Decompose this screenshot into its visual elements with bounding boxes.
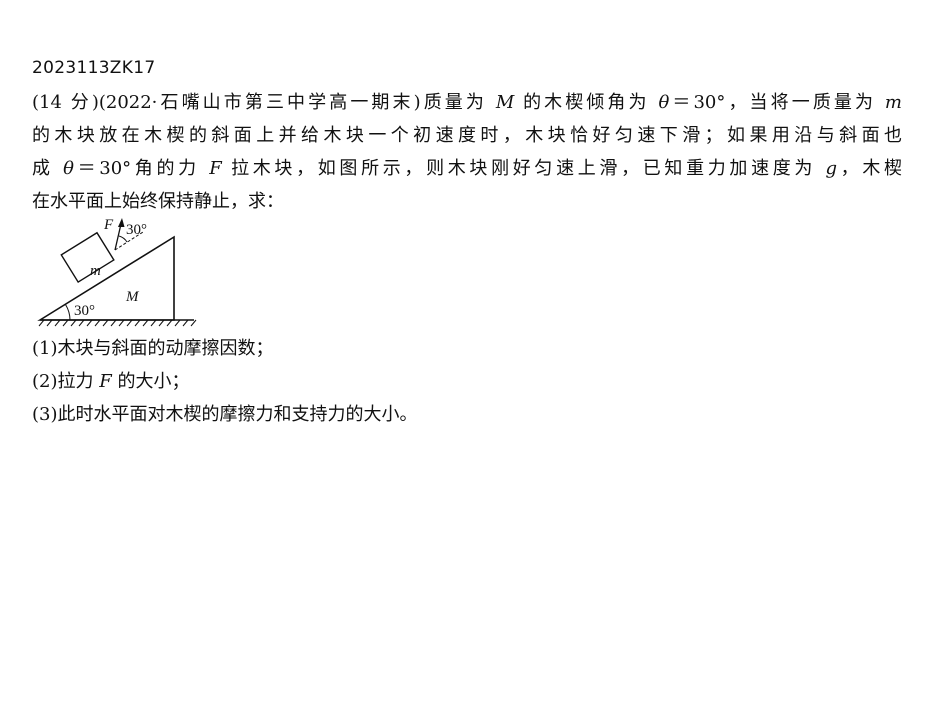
intro-text: (14 分)(2022·石嘴山市第三中学高一期末)质量为 bbox=[32, 92, 496, 113]
intro-text: ＝30°，当将一质量为 bbox=[669, 92, 885, 113]
question-2-text: (2)拉力 bbox=[32, 371, 100, 392]
variable-F: F bbox=[99, 371, 112, 392]
question-2: (2)拉力 F 的大小； bbox=[32, 365, 418, 398]
label-F: F bbox=[103, 217, 114, 233]
question-2-text: 的大小； bbox=[111, 371, 190, 392]
problem-line-2: 的木块放在木楔的斜面上并给木块一个初速度时，木块恰好匀速下滑；如果用沿与斜面也 bbox=[32, 125, 902, 146]
label-wedge-M: M bbox=[125, 289, 140, 305]
problem-line-3: 成 θ＝30°角的力 F 拉木块，如图所示，则木块刚好匀速上滑，已知重力加速度为… bbox=[32, 152, 902, 185]
label-base-angle: 30° bbox=[74, 303, 95, 319]
ground-hatching bbox=[38, 319, 197, 327]
base-angle-arc bbox=[65, 304, 71, 321]
intro-text: 的木楔倾角为 bbox=[514, 92, 659, 113]
problem-line-1: (14 分)(2022·石嘴山市第三中学高一期末)质量为 M 的木楔倾角为 θ＝… bbox=[32, 86, 902, 119]
variable-g: g bbox=[825, 158, 837, 179]
label-block-m: m bbox=[90, 263, 101, 279]
question-3: (3)此时水平面对木楔的摩擦力和支持力的大小。 bbox=[32, 404, 418, 425]
variable-theta: θ bbox=[63, 158, 74, 179]
variable-m: m bbox=[884, 92, 902, 113]
intro-text: 拉木块，如图所示，则木块刚好匀速上滑，已知重力加速度为 bbox=[221, 158, 826, 179]
intro-text: 成 bbox=[32, 158, 64, 179]
intro-text: ＝30°角的力 bbox=[73, 158, 210, 179]
problem-statement: (14 分)(2022·石嘴山市第三中学高一期末)质量为 M 的木楔倾角为 θ＝… bbox=[32, 86, 902, 218]
variable-theta: θ bbox=[658, 92, 670, 113]
force-arrowhead bbox=[118, 218, 125, 227]
questions: (1)木块与斜面的动摩擦因数； (2)拉力 F 的大小； (3)此时水平面对木楔… bbox=[32, 332, 418, 431]
page: 2023113ZK17 (14 分)(2022·石嘴山市第三中学高一期末)质量为… bbox=[0, 0, 950, 710]
intro-text: ，木楔 bbox=[836, 158, 902, 179]
variable-F: F bbox=[209, 158, 222, 179]
problem-code: 2023113ZK17 bbox=[32, 58, 156, 78]
force-arrow-shaft bbox=[114, 223, 122, 251]
incline-diagram: F 30° m M 30° bbox=[36, 212, 206, 330]
question-1: (1)木块与斜面的动摩擦因数； bbox=[32, 338, 274, 359]
block bbox=[60, 231, 115, 284]
label-top-angle: 30° bbox=[126, 222, 147, 238]
variable-M: M bbox=[495, 92, 515, 113]
